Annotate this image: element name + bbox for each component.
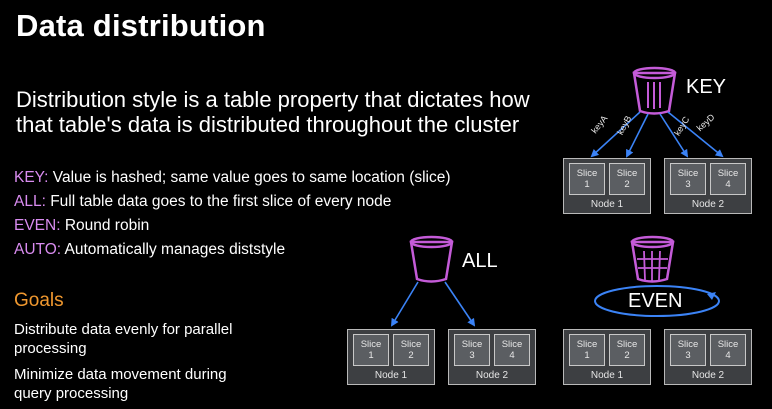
slice-box: Slice 2 — [393, 334, 429, 366]
node-label: Node 1 — [374, 370, 408, 381]
slice-name: Slice — [616, 168, 638, 179]
slice-box: Slice 3 — [454, 334, 490, 366]
slice-number: 3 — [469, 350, 475, 361]
slice-number: 4 — [725, 179, 731, 190]
key-diagram-label: KEY — [686, 76, 727, 98]
slice-number: 3 — [685, 179, 691, 190]
slice-number: 4 — [509, 350, 515, 361]
slice-box: Slice 3 — [670, 163, 706, 195]
slice-name: Slice — [677, 168, 699, 179]
slice-number: 2 — [624, 350, 630, 361]
key-label-a: keyA — [589, 113, 609, 135]
node-label: Node 2 — [691, 199, 725, 210]
all-node-1: Slice 1 Slice 2 Node 1 — [347, 329, 435, 385]
even-node-1: Slice 1 Slice 2 Node 1 — [563, 329, 651, 385]
slice-box: Slice 1 — [569, 334, 605, 366]
key-label-d: keyD — [695, 112, 717, 133]
all-table-icon — [409, 235, 454, 283]
slice-box: Slice 3 — [670, 334, 706, 366]
slice-name: Slice — [717, 168, 739, 179]
slice-name: Slice — [576, 339, 598, 350]
slice-name: Slice — [677, 339, 699, 350]
all-diagram-label: ALL — [462, 250, 498, 272]
slice-box: Slice 1 — [353, 334, 389, 366]
slice-number: 2 — [408, 350, 414, 361]
slice-name: Slice — [461, 339, 483, 350]
key-node-2: Slice 3 Slice 4 Node 2 — [664, 158, 752, 214]
slice-box: Slice 2 — [609, 334, 645, 366]
node-label: Node 1 — [590, 199, 624, 210]
slice-number: 3 — [685, 350, 691, 361]
all-node-2: Slice 3 Slice 4 Node 2 — [448, 329, 536, 385]
slice-box: Slice 2 — [609, 163, 645, 195]
slice-name: Slice — [400, 339, 422, 350]
even-node-2: Slice 3 Slice 4 Node 2 — [664, 329, 752, 385]
all-arrows — [390, 281, 476, 327]
slice-name: Slice — [717, 339, 739, 350]
slice-name: Slice — [616, 339, 638, 350]
key-label-b: keyB — [615, 114, 633, 136]
node-label: Node 2 — [691, 370, 725, 381]
slice-number: 2 — [624, 179, 630, 190]
slice-name: Slice — [360, 339, 382, 350]
slice-name: Slice — [501, 339, 523, 350]
slice-number: 1 — [584, 179, 590, 190]
slice-number: 1 — [368, 350, 374, 361]
slice-box: Slice 4 — [494, 334, 530, 366]
node-label: Node 1 — [590, 370, 624, 381]
slice-name: Slice — [576, 168, 598, 179]
slice-number: 4 — [725, 350, 731, 361]
slice-box: Slice 1 — [569, 163, 605, 195]
slice-box: Slice 4 — [710, 163, 746, 195]
slice-box: Slice 4 — [710, 334, 746, 366]
key-table-icon — [632, 66, 677, 115]
even-table-icon — [630, 235, 675, 283]
even-diagram-label: EVEN — [628, 290, 683, 312]
node-label: Node 2 — [475, 370, 509, 381]
key-node-1: Slice 1 Slice 2 Node 1 — [563, 158, 651, 214]
slice-number: 1 — [584, 350, 590, 361]
